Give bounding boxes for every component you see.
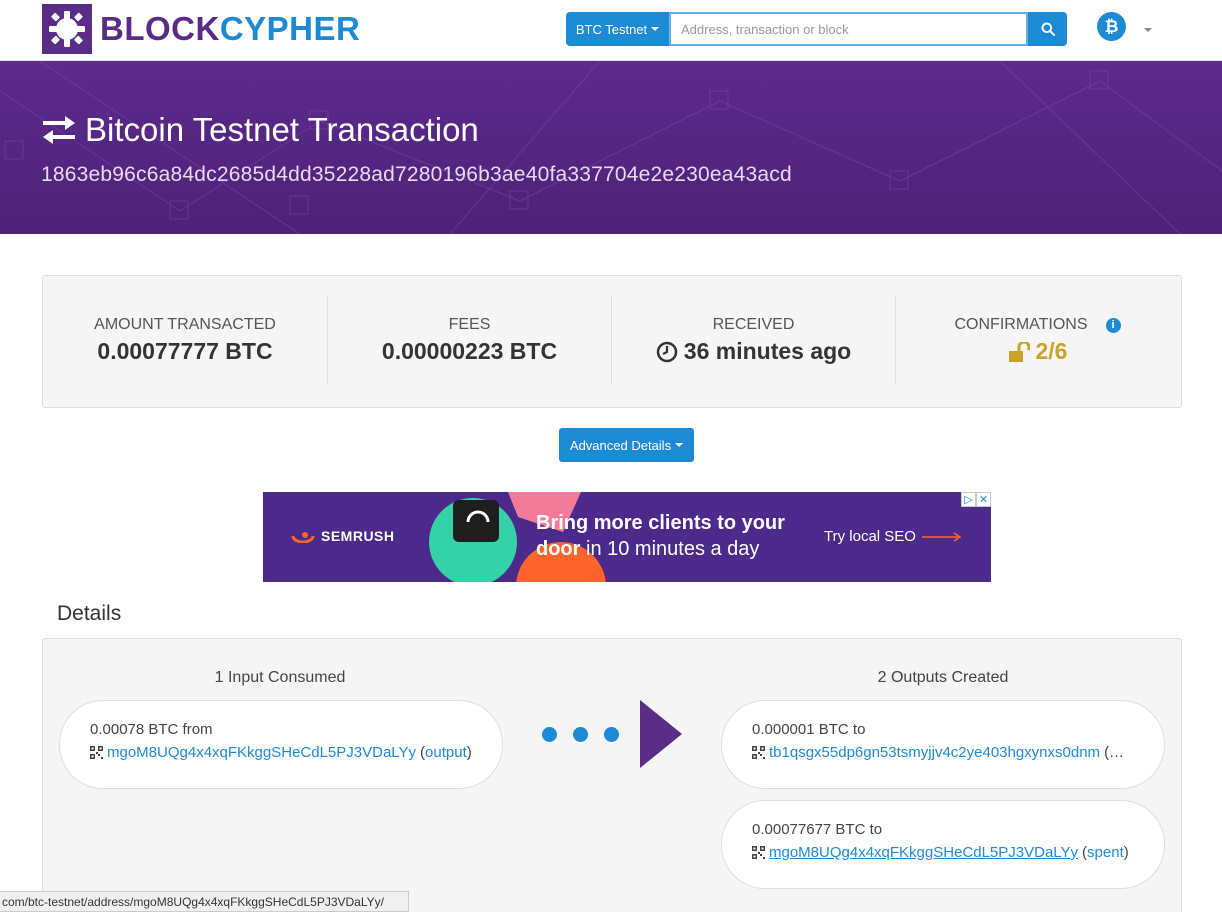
chevron-down-icon[interactable] xyxy=(1144,28,1152,32)
logo[interactable]: BLOCKCYPHER xyxy=(42,4,360,54)
confirmations-stat: CONFIRMATIONS i 2/6 xyxy=(895,296,1179,384)
input-item: 0.00078 BTC from mgoM8UQg4x4xqFKkggSHeCd… xyxy=(59,700,503,789)
fees-stat: FEES 0.00000223 BTC xyxy=(327,296,611,384)
input-address-line: mgoM8UQg4x4xqFKkggSHeCdL5PJ3VDaLYy (outp… xyxy=(90,744,474,761)
close-icon[interactable]: ✕ xyxy=(976,492,991,507)
exchange-arrows-icon xyxy=(43,116,75,144)
input-amount: 0.00078 BTC from xyxy=(90,721,213,738)
input-address-link[interactable]: mgoM8UQg4x4xqFKkggSHeCdL5PJ3VDaLYy xyxy=(107,744,416,761)
search-button[interactable] xyxy=(1028,12,1067,46)
dot-3 xyxy=(604,727,619,742)
transaction-hash: 1863eb96c6a84dc2685d4dd35228ad7280196b3a… xyxy=(41,163,792,186)
output-address-link[interactable]: tb1qsgx55dp6gn53tsmyjjv4c2ye403hgxynxs0d… xyxy=(769,744,1100,761)
adchoices-icon[interactable]: ▷ xyxy=(961,492,976,507)
dot-2 xyxy=(573,727,588,742)
page-header-banner: Bitcoin Testnet Transaction 1863eb96c6a8… xyxy=(0,61,1222,234)
page-title: Bitcoin Testnet Transaction xyxy=(41,111,479,149)
info-icon[interactable]: i xyxy=(1105,318,1121,333)
received-stat: RECEIVED 36 minutes ago xyxy=(611,296,895,384)
qr-code-icon[interactable] xyxy=(90,746,103,759)
amount-stat: AMOUNT TRANSACTED 0.00077777 BTC xyxy=(43,296,327,384)
outputs-heading: 2 Outputs Created xyxy=(877,669,1009,686)
advanced-details-label: Advanced Details xyxy=(569,437,672,453)
confirmations-value-text: 2/6 xyxy=(1035,338,1068,364)
chevron-down-icon xyxy=(675,443,684,447)
semrush-logo-icon xyxy=(291,532,315,543)
chevron-down-icon xyxy=(651,27,660,31)
advanced-details-button[interactable]: Advanced Details xyxy=(559,428,694,462)
amount-value: 0.00077777 BTC xyxy=(97,338,273,364)
output-address-line: tb1qsgx55dp6gn53tsmyjjv4c2ye403hgxynxs0d… xyxy=(752,744,1136,761)
input-output-link[interactable]: output xyxy=(425,744,467,761)
confirmations-label: CONFIRMATIONS i xyxy=(896,316,1179,334)
browser-status-bar: com/btc-testnet/address/mgoM8UQg4x4xqFKk… xyxy=(0,891,409,912)
received-label: RECEIVED xyxy=(712,316,795,333)
logo-wordmark: BLOCKCYPHER xyxy=(100,10,360,48)
arrow-right-icon xyxy=(921,531,962,542)
logo-wordmark-cypher: CYPHER xyxy=(219,10,361,47)
gear-logo-icon xyxy=(42,4,92,54)
ad-brand: SEMRUSH xyxy=(291,528,395,544)
bitcoin-icon[interactable]: ₿ xyxy=(1097,12,1126,41)
ad-cta-text: Try local SEO xyxy=(824,528,916,545)
input-tag-close: ) xyxy=(466,744,472,761)
top-navbar: BLOCKCYPHER BTC Testnet Address, transac… xyxy=(0,0,1222,61)
flow-arrow-icon xyxy=(640,700,682,768)
output-spent-link[interactable]: spent xyxy=(1087,844,1124,861)
output-tag-open: (… xyxy=(1104,744,1125,761)
fees-label: FEES xyxy=(448,316,491,333)
received-value-text: 36 minutes ago xyxy=(683,338,852,364)
ad-headline-rest: in 10 minutes a day xyxy=(580,538,760,560)
received-value: 36 minutes ago xyxy=(612,338,895,365)
output-amount: 0.00077677 BTC to xyxy=(752,821,883,838)
search-placeholder: Address, transaction or block xyxy=(681,21,849,37)
qr-code-icon[interactable] xyxy=(752,846,765,859)
logo-wordmark-block: BLOCK xyxy=(100,10,220,47)
page-title-text: Bitcoin Testnet Transaction xyxy=(85,111,479,148)
output-amount: 0.000001 BTC to xyxy=(752,721,866,738)
unlock-icon xyxy=(1008,341,1030,362)
fees-value: 0.00000223 BTC xyxy=(381,338,558,364)
confirmations-value: 2/6 xyxy=(896,338,1179,365)
network-select-button[interactable]: BTC Testnet xyxy=(566,12,669,46)
search-input[interactable]: Address, transaction or block xyxy=(669,12,1028,46)
clock-icon xyxy=(656,341,678,362)
flow-dots xyxy=(542,727,619,742)
advertisement-banner[interactable]: SEMRUSH Bring more clients to your door … xyxy=(263,492,991,582)
ad-brand-text: SEMRUSH xyxy=(321,528,395,544)
ad-controls: ▷ ✕ xyxy=(961,492,991,507)
output-address-link[interactable]: mgoM8UQg4x4xqFKkggSHeCdL5PJ3VDaLYy xyxy=(769,844,1078,861)
output-tag-close: ) xyxy=(1123,844,1129,861)
confirmations-label-text: CONFIRMATIONS xyxy=(954,316,1088,333)
inputs-heading: 1 Input Consumed xyxy=(214,669,346,686)
output-address-line: mgoM8UQg4x4xqFKkggSHeCdL5PJ3VDaLYy (spen… xyxy=(752,844,1136,861)
qr-code-icon[interactable] xyxy=(752,746,765,759)
output-item: 0.00077677 BTC to mgoM8UQg4x4xqFKkggSHeC… xyxy=(721,800,1165,889)
transaction-details-panel: 1 Input Consumed 2 Outputs Created 0.000… xyxy=(42,638,1182,912)
ad-cta[interactable]: Try local SEO xyxy=(824,528,962,545)
details-heading: Details xyxy=(57,602,122,625)
search-icon xyxy=(1041,22,1055,36)
ad-headline: Bring more clients to your door in 10 mi… xyxy=(536,510,826,562)
output-item: 0.000001 BTC to tb1qsgx55dp6gn53tsmyjjv4… xyxy=(721,700,1165,789)
network-select-label: BTC Testnet xyxy=(575,21,648,37)
amount-label: AMOUNT TRANSACTED xyxy=(94,316,276,333)
transaction-summary-panel: AMOUNT TRANSACTED 0.00077777 BTC FEES 0.… xyxy=(42,275,1182,408)
dot-1 xyxy=(542,727,557,742)
